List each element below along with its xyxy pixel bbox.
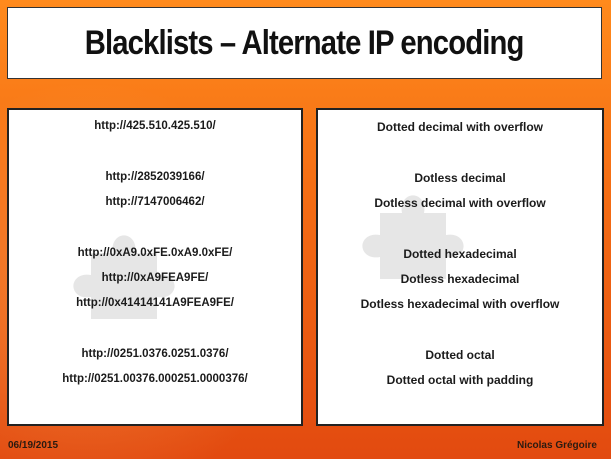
title-box: Blacklists – Alternate IP encoding <box>7 7 602 79</box>
encoding-label: Dotted octal <box>425 348 495 362</box>
url-item: http://0xA9FEA9FE/ <box>101 272 209 284</box>
url-examples-panel: http://425.510.425.510/ http://285203916… <box>7 108 303 426</box>
url-item: http://0x41414141A9FEA9FE/ <box>76 297 234 309</box>
footer-author: Nicolas Grégoire <box>516 440 597 451</box>
encoding-label: Dotted hexadecimal <box>403 247 517 261</box>
url-item: http://0251.00376.000251.0000376/ <box>62 373 248 385</box>
encoding-label: Dotless hexadecimal with overflow <box>360 297 560 311</box>
encoding-label: Dotted octal with padding <box>386 373 534 387</box>
encoding-label: Dotless decimal <box>414 171 506 185</box>
encoding-descriptions-panel: Dotted decimal with overflow Dotless dec… <box>316 108 604 426</box>
slide-title: Blacklists – Alternate IP encoding <box>85 23 525 62</box>
url-item: http://2852039166/ <box>105 171 205 183</box>
url-item: http://0251.0376.0251.0376/ <box>81 348 229 360</box>
url-item: http://0xA9.0xFE.0xA9.0xFE/ <box>77 247 233 259</box>
url-item: http://425.510.425.510/ <box>94 120 216 132</box>
encoding-label: Dotless decimal with overflow <box>374 196 546 210</box>
encoding-label: Dotted decimal with overflow <box>376 120 544 134</box>
encoding-label: Dotless hexadecimal <box>400 272 520 286</box>
url-item: http://7147006462/ <box>105 196 205 208</box>
slide: Blacklists – Alternate IP encoding http:… <box>0 0 611 459</box>
footer-date: 06/19/2015 <box>8 440 59 451</box>
